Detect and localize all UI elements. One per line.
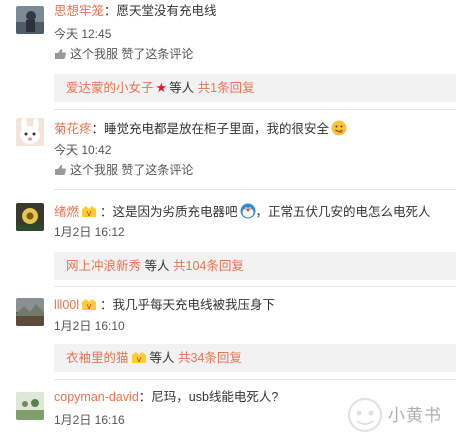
thumb-icon: [54, 164, 66, 179]
reply-summary[interactable]: 爱达蒙的小女子 ★ 等人 共1条回复: [54, 74, 456, 102]
vip-badge-icon: V: [131, 346, 147, 364]
username-link[interactable]: 思想牢笼: [54, 4, 104, 18]
like-notice-text: 这个我服 赞了这条评论: [70, 163, 194, 177]
avatar[interactable]: [16, 203, 44, 231]
divider: [54, 109, 456, 110]
like-notice: 这个我服 赞了这条评论: [54, 47, 193, 63]
comment-text: ：尼玛，usb线能电死人?: [138, 390, 279, 404]
reply-count-link[interactable]: 共34条回复: [178, 351, 242, 365]
reply-summary[interactable]: 衣袖里的猫 V 等人 共34条回复: [54, 344, 456, 372]
thumb-icon: [54, 48, 66, 63]
like-notice-text: 这个我服 赞了这条评论: [70, 47, 194, 61]
comment-text: ：愿天堂没有充电线: [104, 4, 217, 18]
username-link[interactable]: 菊花疼: [54, 122, 92, 136]
reply-user[interactable]: 爱达蒙的小女子: [66, 81, 154, 95]
comment-text-continued: ，正常五伏几安的电怎么电死人: [255, 205, 431, 219]
reply-etc: 等人: [144, 259, 170, 273]
avatar[interactable]: [16, 118, 44, 146]
reply-count-link[interactable]: 共1条回复: [198, 81, 255, 95]
comment-line: 绪燃 V ：这是因为劣质充电器吧 ，正常五伏几安的电怎么电死人: [54, 203, 431, 220]
avatar[interactable]: [16, 298, 44, 326]
comment-text: ：这是因为劣质充电器吧: [100, 205, 238, 219]
svg-text:V: V: [87, 210, 92, 218]
comment-time: 1月2日 16:16: [54, 413, 125, 427]
comment-line: 菊花疼：睡觉充电都是放在柜子里面，我的很安全: [54, 120, 347, 137]
comment-text: ：睡觉充电都是放在柜子里面，我的很安全: [91, 122, 330, 136]
avatar[interactable]: [16, 392, 44, 420]
star-icon: ★: [155, 80, 168, 95]
divider: [54, 286, 456, 287]
reply-etc: 等人: [149, 351, 175, 365]
vip-badge-icon: V: [81, 298, 97, 311]
comment-line: lll00l V ：我几乎每天充电线被我压身下: [54, 297, 275, 313]
comment-line: copyman-david：尼玛，usb线能电死人?: [54, 389, 278, 405]
svg-text:V: V: [136, 356, 141, 364]
watermark-text: 小黄书: [388, 406, 442, 425]
comment-line: 思想牢笼：愿天堂没有充电线: [54, 3, 217, 19]
reply-user[interactable]: 衣袖里的猫: [66, 351, 129, 365]
comment-time: 今天 10:42: [54, 143, 112, 157]
comment-time: 1月2日 16:12: [54, 225, 125, 239]
like-notice: 这个我服 赞了这条评论: [54, 163, 193, 179]
username-link[interactable]: 绪燃: [54, 205, 79, 219]
svg-text:V: V: [87, 303, 92, 311]
vip-badge-icon: V: [81, 205, 97, 218]
comment-time: 今天 12:45: [54, 27, 112, 41]
reply-summary[interactable]: 网上冲浪新秀 等人 共104条回复: [54, 252, 456, 280]
reply-etc: 等人: [169, 81, 195, 95]
avatar[interactable]: [16, 6, 44, 34]
divider: [54, 189, 456, 190]
reply-user[interactable]: 网上冲浪新秀: [66, 259, 141, 273]
divider: [54, 379, 456, 380]
reply-count-link[interactable]: 共104条回复: [173, 259, 244, 273]
comment-text: ：我几乎每天充电线被我压身下: [100, 298, 276, 312]
doraemon-emoji-icon: [240, 203, 256, 219]
comment-time: 1月2日 16:10: [54, 319, 125, 333]
username-link[interactable]: copyman-david: [54, 390, 139, 404]
tongue-emoji-icon: [331, 120, 347, 136]
username-link[interactable]: lll00l: [54, 298, 79, 312]
